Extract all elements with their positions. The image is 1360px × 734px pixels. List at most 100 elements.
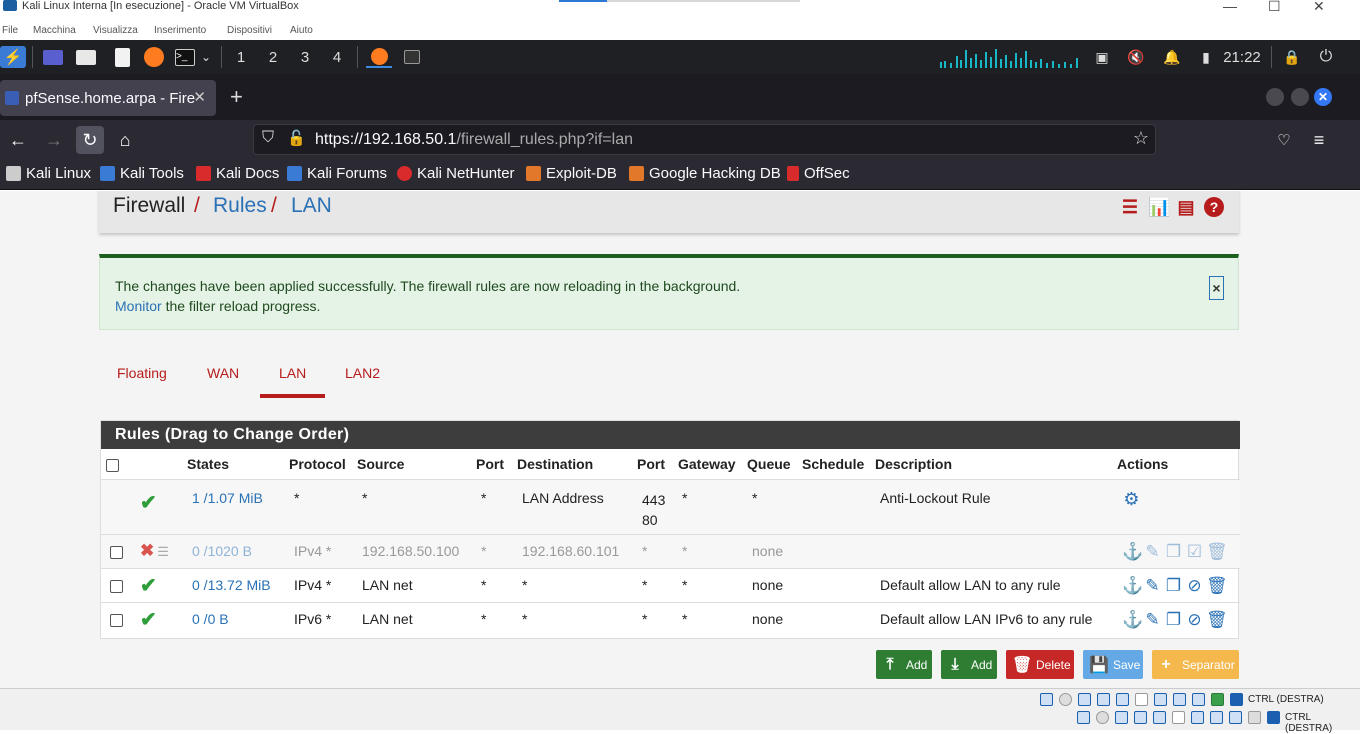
bookmark-google-hacking-db[interactable]: Google Hacking DB bbox=[629, 165, 781, 182]
edit-pencil-icon[interactable]: ✎ bbox=[1143, 542, 1162, 561]
lock-icon[interactable]: 🔒 bbox=[1282, 46, 1302, 68]
firefox-task-icon[interactable] bbox=[366, 46, 392, 68]
anchor-icon[interactable]: ⚓ bbox=[1122, 542, 1143, 561]
table-row[interactable]: ✔ 0 /0 B IPv6 * LAN net * * * * none Def… bbox=[101, 601, 1240, 636]
usb-status-icon[interactable] bbox=[1116, 693, 1129, 706]
network-status-icon[interactable] bbox=[1134, 711, 1147, 724]
table-row[interactable]: ✔ 0 /13.72 MiB IPv4 * LAN net * * * * no… bbox=[101, 567, 1240, 602]
close-tab-icon[interactable]: ✕ bbox=[193, 88, 206, 106]
hamburger-menu-icon[interactable]: ≡ bbox=[1305, 126, 1333, 154]
monitor-link[interactable]: Monitor bbox=[115, 298, 162, 314]
bookmark-kali-nethunter[interactable]: Kali NetHunter bbox=[397, 165, 515, 182]
workspace-2[interactable]: 2 bbox=[262, 46, 284, 68]
row-checkbox[interactable] bbox=[110, 545, 123, 559]
trash-icon[interactable]: 🗑 bbox=[1206, 542, 1228, 561]
help-icon[interactable]: ? bbox=[1204, 197, 1224, 217]
hdd-status-icon[interactable] bbox=[1040, 693, 1053, 706]
delete-button[interactable]: 🗑 Delete bbox=[1006, 650, 1074, 679]
add-top-button[interactable]: ⤒ Add bbox=[876, 650, 932, 679]
bookmark-offsec[interactable]: OffSec bbox=[787, 165, 850, 182]
maximize-icon[interactable]: ☐ bbox=[1268, 0, 1281, 15]
forward-icon[interactable]: → bbox=[40, 126, 68, 154]
close-alert-button[interactable]: × bbox=[1209, 276, 1224, 300]
workspace-1[interactable]: 1 bbox=[230, 46, 252, 68]
bar-chart-icon[interactable]: 📊 bbox=[1148, 197, 1170, 217]
display-status-icon[interactable] bbox=[1191, 711, 1204, 724]
display-icon[interactable]: ▣ bbox=[1092, 46, 1112, 68]
breadcrumb-rules[interactable]: Rules bbox=[213, 194, 267, 218]
back-icon[interactable]: ← bbox=[4, 126, 32, 154]
guest-status-icon[interactable] bbox=[1248, 711, 1261, 724]
vtx-status-icon[interactable] bbox=[1229, 711, 1242, 724]
workspace-4[interactable]: 4 bbox=[326, 46, 348, 68]
firefox-launcher-icon[interactable] bbox=[142, 46, 166, 68]
tab-lan[interactable]: LAN bbox=[279, 365, 306, 381]
clock[interactable]: 21:22 bbox=[1222, 46, 1262, 68]
recording-status-icon[interactable] bbox=[1173, 693, 1186, 706]
add-bottom-button[interactable]: ⤓ Add bbox=[941, 650, 997, 679]
bookmark-star-icon[interactable]: ☆ bbox=[1133, 128, 1149, 149]
minimize-browser-icon[interactable] bbox=[1266, 88, 1284, 106]
bookmark-exploit-db[interactable]: Exploit-DB bbox=[526, 165, 617, 182]
list-icon[interactable]: ▤ bbox=[1176, 197, 1196, 217]
states-link[interactable]: 1 /1.07 MiB bbox=[192, 490, 263, 506]
breadcrumb-lan[interactable]: LAN bbox=[291, 194, 332, 218]
bookmark-kali-tools[interactable]: Kali Tools bbox=[100, 165, 184, 182]
close-window-icon[interactable]: ✕ bbox=[1313, 0, 1325, 15]
lock-warning-icon[interactable]: 🔓 bbox=[287, 129, 306, 147]
shared-folder-status-icon[interactable] bbox=[1172, 711, 1185, 724]
shield-icon[interactable]: ⛉ bbox=[262, 129, 274, 147]
copy-icon[interactable]: ❐ bbox=[1164, 576, 1183, 595]
shared-folder-status-icon[interactable] bbox=[1135, 693, 1148, 706]
states-link[interactable]: 0 /13.72 MiB bbox=[192, 577, 271, 593]
anchor-icon[interactable]: ⚓ bbox=[1122, 610, 1143, 629]
url-bar[interactable]: ⛉ 🔓 https://192.168.50.1/firewall_rules.… bbox=[253, 124, 1156, 155]
audio-status-icon[interactable] bbox=[1078, 693, 1091, 706]
copy-icon[interactable]: ❐ bbox=[1164, 610, 1183, 629]
disable-ban-icon[interactable]: ⊘ bbox=[1185, 610, 1204, 629]
battery-icon[interactable]: ▮ bbox=[1196, 46, 1216, 68]
mouse-integration-icon[interactable] bbox=[1230, 693, 1243, 706]
states-link[interactable]: 0 /0 B bbox=[192, 611, 229, 627]
terminal-launcher-icon[interactable]: >_ bbox=[174, 46, 196, 68]
reload-icon[interactable]: ↻ bbox=[76, 126, 104, 154]
terminal-task-icon[interactable] bbox=[400, 46, 424, 68]
minimize-icon[interactable]: — bbox=[1223, 0, 1237, 14]
pocket-icon[interactable]: ♡ bbox=[1270, 126, 1298, 154]
gear-icon[interactable]: ⚙ bbox=[1122, 489, 1141, 509]
files-icon[interactable] bbox=[74, 46, 98, 68]
optical-status-icon[interactable] bbox=[1096, 711, 1109, 724]
trash-icon[interactable]: 🗑 bbox=[1206, 610, 1228, 629]
optical-status-icon[interactable] bbox=[1059, 693, 1072, 706]
edit-pencil-icon[interactable]: ✎ bbox=[1143, 576, 1162, 595]
chevron-down-icon[interactable]: ⌄ bbox=[198, 46, 214, 68]
bookmark-kali-forums[interactable]: Kali Forums bbox=[287, 165, 387, 182]
guest-status-icon[interactable] bbox=[1211, 693, 1224, 706]
workspace-3[interactable]: 3 bbox=[294, 46, 316, 68]
sliders-icon[interactable]: ☰ bbox=[1120, 197, 1140, 217]
mouse-integration-icon[interactable] bbox=[1267, 711, 1280, 724]
new-tab-button[interactable]: + bbox=[230, 86, 243, 108]
menu-help[interactable]: Aiuto bbox=[290, 25, 313, 36]
bookmark-kali-docs[interactable]: Kali Docs bbox=[196, 165, 279, 182]
browser-tab-pfsense[interactable]: pfSense.home.arpa - Fire ✕ bbox=[0, 80, 216, 116]
power-icon[interactable]: ⏻ bbox=[1316, 46, 1336, 68]
disable-ban-icon[interactable]: ⊘ bbox=[1185, 576, 1204, 595]
recording-status-icon[interactable] bbox=[1210, 711, 1223, 724]
menu-file[interactable]: File bbox=[2, 25, 18, 36]
menu-machine[interactable]: Macchina bbox=[33, 25, 76, 36]
workspace-switcher-icon[interactable] bbox=[41, 46, 65, 68]
tab-floating[interactable]: Floating bbox=[117, 365, 167, 381]
vtx-status-icon[interactable] bbox=[1192, 693, 1205, 706]
table-row[interactable]: ✔ 1 /1.07 MiB * * * LAN Address 443 80 * … bbox=[101, 478, 1240, 534]
anchor-icon[interactable]: ⚓ bbox=[1122, 576, 1143, 595]
table-row[interactable]: ✖ ☰ 0 /1020 B IPv4 * 192.168.50.100 * 192… bbox=[101, 533, 1240, 568]
usb-status-icon[interactable] bbox=[1153, 711, 1166, 724]
network-status-icon[interactable] bbox=[1097, 693, 1110, 706]
audio-status-icon[interactable] bbox=[1115, 711, 1128, 724]
menu-input[interactable]: Inserimento bbox=[154, 25, 206, 36]
trash-icon[interactable]: 🗑 bbox=[1206, 576, 1228, 595]
menu-view[interactable]: Visualizza bbox=[93, 25, 138, 36]
kali-menu-icon[interactable]: ⚡ bbox=[0, 46, 26, 68]
separator-button[interactable]: + Separator bbox=[1152, 650, 1239, 679]
